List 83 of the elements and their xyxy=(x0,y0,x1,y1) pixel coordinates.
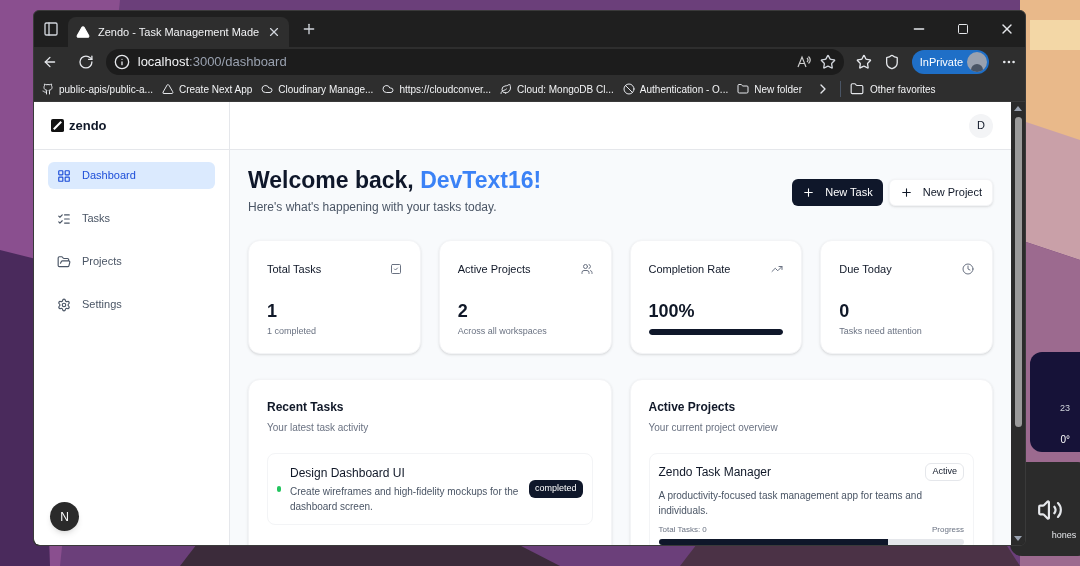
stat-value: 2 xyxy=(457,301,469,320)
tab-list-icon[interactable] xyxy=(43,21,59,37)
stat-caption: Tasks need attention xyxy=(839,324,923,338)
favorites-icon[interactable] xyxy=(855,54,872,70)
device-label: hones xyxy=(1050,528,1077,542)
address-bar[interactable]: localhost:3000/dashboard xyxy=(105,49,844,75)
task-item[interactable]: Design Dashboard UI Create wireframes and high-fidelity mockups for the dashboard screen. completed xyxy=(267,453,593,525)
status-badge: Active xyxy=(925,463,964,481)
stat-title: Completion Rate xyxy=(648,262,731,277)
inprivate-badge[interactable]: InPrivate xyxy=(911,50,990,74)
project-description: A productivity-focused task management app for teams and individuals. xyxy=(658,489,923,518)
folder-icon xyxy=(850,82,864,96)
triangle-icon xyxy=(161,83,174,95)
cloud-icon xyxy=(382,83,395,95)
stat-value: 100% xyxy=(648,301,696,320)
bookmark-item[interactable]: Authentication - O... xyxy=(622,81,729,97)
checkbox-icon xyxy=(389,263,402,276)
stat-title: Total Tasks xyxy=(267,262,322,277)
read-aloud-icon[interactable] xyxy=(795,54,812,70)
bookmark-item[interactable]: Cloud: MongoDB Cl... xyxy=(500,81,614,97)
card-subtitle: Your latest task activity xyxy=(267,421,370,435)
dev-tools-button[interactable]: N xyxy=(50,502,79,531)
bookmark-item[interactable]: Other favorites xyxy=(850,81,936,97)
welcome-subtitle: Here's what's happening with your tasks today. xyxy=(248,199,498,216)
action-button[interactable]: New Task xyxy=(792,179,883,206)
nav-item[interactable]: Projects xyxy=(48,248,215,275)
stat-title: Due Today xyxy=(839,262,892,277)
bookmark-item[interactable]: New folder xyxy=(737,81,802,97)
url-text: localhost:3000/dashboard xyxy=(137,53,287,72)
total-tasks-label: Total Tasks: 0 xyxy=(658,524,707,536)
nav-item[interactable]: Dashboard xyxy=(48,162,215,189)
shield-icon[interactable] xyxy=(883,54,900,70)
cat-icon xyxy=(42,83,54,95)
welcome-heading: Welcome back, DevText16! xyxy=(248,169,542,192)
cloud-icon xyxy=(261,83,274,95)
leaf-icon xyxy=(500,83,513,95)
profile-avatar-icon xyxy=(967,52,988,72)
reload-icon[interactable] xyxy=(77,54,94,70)
circle-slash-icon xyxy=(622,83,635,95)
weather-widget[interactable]: 23 0° xyxy=(1030,352,1080,452)
plus-icon xyxy=(802,186,816,199)
settings-icon xyxy=(57,297,71,312)
project-name: Zendo Task Manager xyxy=(658,464,771,481)
grid-icon xyxy=(57,168,71,183)
nav-item[interactable]: Tasks xyxy=(48,205,215,232)
folder-icon xyxy=(737,83,750,95)
tab-title: Zendo - Task Management Made xyxy=(98,24,260,40)
maximize-icon[interactable] xyxy=(957,23,969,35)
action-button[interactable]: New Project xyxy=(888,179,993,206)
project-item[interactable]: Zendo Task Manager Active A productivity-focused task management app for teams and individuals. Total Tasks: 0 Progress xyxy=(648,453,974,545)
bookmark-item[interactable]: https://cloudconver... xyxy=(382,81,492,97)
temperature-label: 0° xyxy=(1060,432,1070,447)
card-title: Active Projects xyxy=(648,399,737,416)
bookmark-item[interactable]: public-apis/public-a... xyxy=(42,81,153,97)
task-title: Design Dashboard UI xyxy=(290,465,406,482)
bookmark-item[interactable]: Cloudinary Manage... xyxy=(261,81,374,97)
card-subtitle: Your current project overview xyxy=(648,421,779,435)
logo-icon xyxy=(51,119,64,132)
plus-icon xyxy=(899,186,913,199)
progress-label: Progress xyxy=(932,524,964,536)
bookmark-item[interactable]: Create Next App xyxy=(161,81,253,97)
stat-value: 0 xyxy=(839,301,851,320)
folder-icon xyxy=(57,254,71,269)
user-avatar[interactable]: D xyxy=(969,113,993,138)
users-icon xyxy=(580,263,593,276)
favorite-star-icon[interactable] xyxy=(819,54,836,70)
stat-caption: Across all workspaces xyxy=(457,324,548,338)
browser-tab[interactable]: Zendo - Task Management Made xyxy=(68,17,290,47)
stat-title: Active Projects xyxy=(457,262,531,277)
stat-value: 1 xyxy=(267,301,278,320)
stat-caption: 1 completed xyxy=(267,324,318,338)
clock-icon xyxy=(962,263,974,276)
info-icon[interactable] xyxy=(113,54,130,70)
scrollbar[interactable] xyxy=(1011,102,1025,545)
task-description: Create wireframes and high-fidelity mockups for the dashboard screen. xyxy=(290,485,520,514)
hour-label: 23 xyxy=(1060,402,1070,415)
back-icon[interactable] xyxy=(42,54,58,70)
nav-item[interactable]: Settings xyxy=(48,291,215,318)
checklist-icon xyxy=(57,211,71,226)
triangle-icon xyxy=(76,25,90,39)
logo-text: zendo xyxy=(69,116,107,135)
card-title: Recent Tasks xyxy=(267,399,345,416)
status-badge: completed xyxy=(528,480,583,498)
